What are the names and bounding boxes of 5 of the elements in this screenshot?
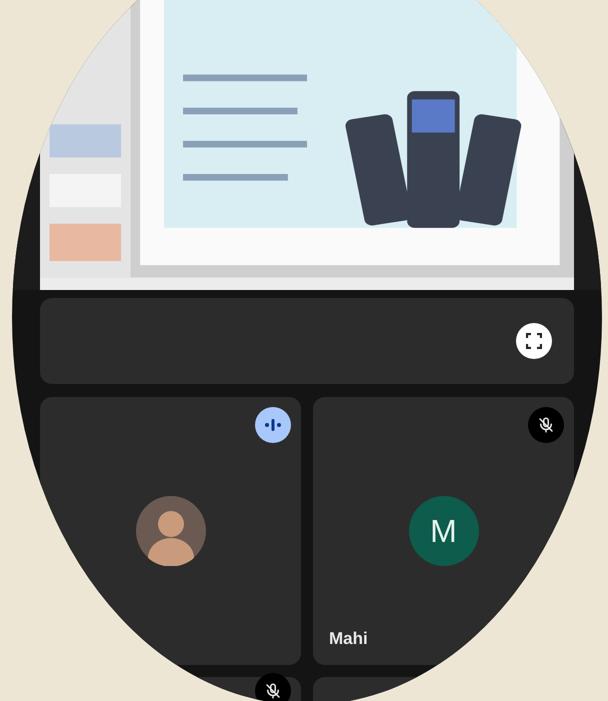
- fullscreen-button[interactable]: [516, 323, 552, 359]
- participant-name: Mahi: [329, 628, 368, 650]
- avatar-initial: M: [408, 496, 478, 566]
- avatar-icon: [136, 496, 206, 566]
- fullscreen-icon: [526, 333, 542, 349]
